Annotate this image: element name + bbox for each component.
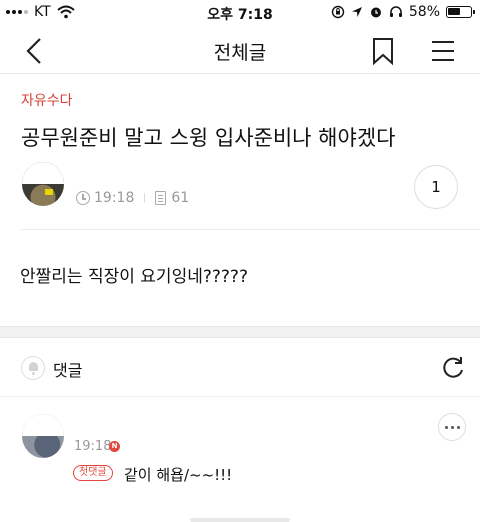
post-title: 공무원준비 말고 스윙 입사준비나 해야겠다 <box>21 126 396 150</box>
alarm-icon <box>370 7 381 18</box>
status-bar: KT 오후 7:18 58% <box>0 0 480 26</box>
first-comment-badge: 첫댓글 <box>73 465 113 481</box>
nav-bar: 전체글 <box>0 26 480 74</box>
post-category[interactable]: 자유수다 <box>21 90 73 110</box>
comments-header-label: 댓글 <box>53 361 83 380</box>
views-icon <box>155 191 167 205</box>
comment-time: 19:18 <box>74 439 112 454</box>
page-title: 전체글 <box>213 42 267 64</box>
post-meta: 19:18 61 <box>76 190 189 206</box>
divider <box>21 229 480 230</box>
home-indicator <box>190 518 290 522</box>
post-views: 61 <box>171 190 190 206</box>
divider <box>0 396 480 397</box>
orientation-lock-icon <box>331 5 345 19</box>
location-icon <box>351 7 362 17</box>
refresh-icon[interactable] <box>440 355 466 381</box>
headphones-icon <box>389 6 402 17</box>
comment-count-button[interactable]: 1 <box>414 165 458 209</box>
bell-icon[interactable] <box>21 356 45 380</box>
post-time: 19:18 <box>94 190 135 206</box>
bookmark-icon[interactable] <box>370 36 396 66</box>
comment-text: 같이 해욥/~~!!! <box>124 466 233 484</box>
more-options-icon[interactable] <box>438 413 466 441</box>
battery-percent: 58% <box>408 4 440 20</box>
author-avatar[interactable] <box>22 162 64 206</box>
section-gap <box>0 326 480 338</box>
clock-icon <box>76 191 90 205</box>
new-badge: N <box>109 441 120 452</box>
menu-icon[interactable] <box>430 38 456 64</box>
post-body: 안짤리는 직장이 요기잉네????? <box>20 267 248 287</box>
commenter-avatar[interactable] <box>22 414 64 458</box>
battery-icon <box>446 6 475 18</box>
meta-divider <box>144 193 146 203</box>
status-right: 58% <box>331 4 475 20</box>
